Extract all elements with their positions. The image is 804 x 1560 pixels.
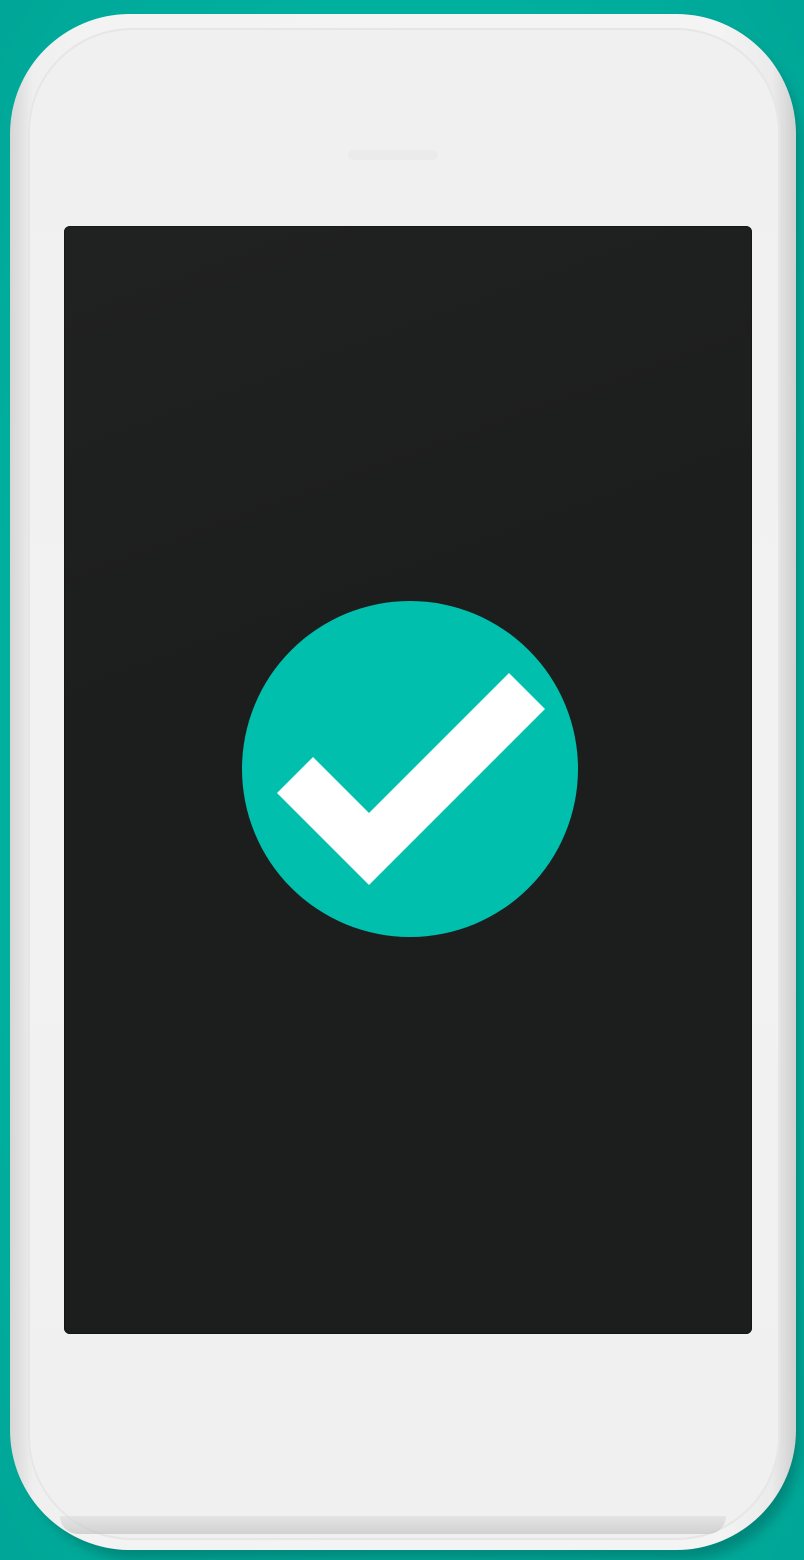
badge-circle	[242, 601, 578, 937]
phone-bottom-edge	[60, 1516, 726, 1534]
check-icon	[242, 601, 578, 937]
success-badge	[241, 600, 579, 938]
earpiece-speaker	[348, 150, 438, 160]
